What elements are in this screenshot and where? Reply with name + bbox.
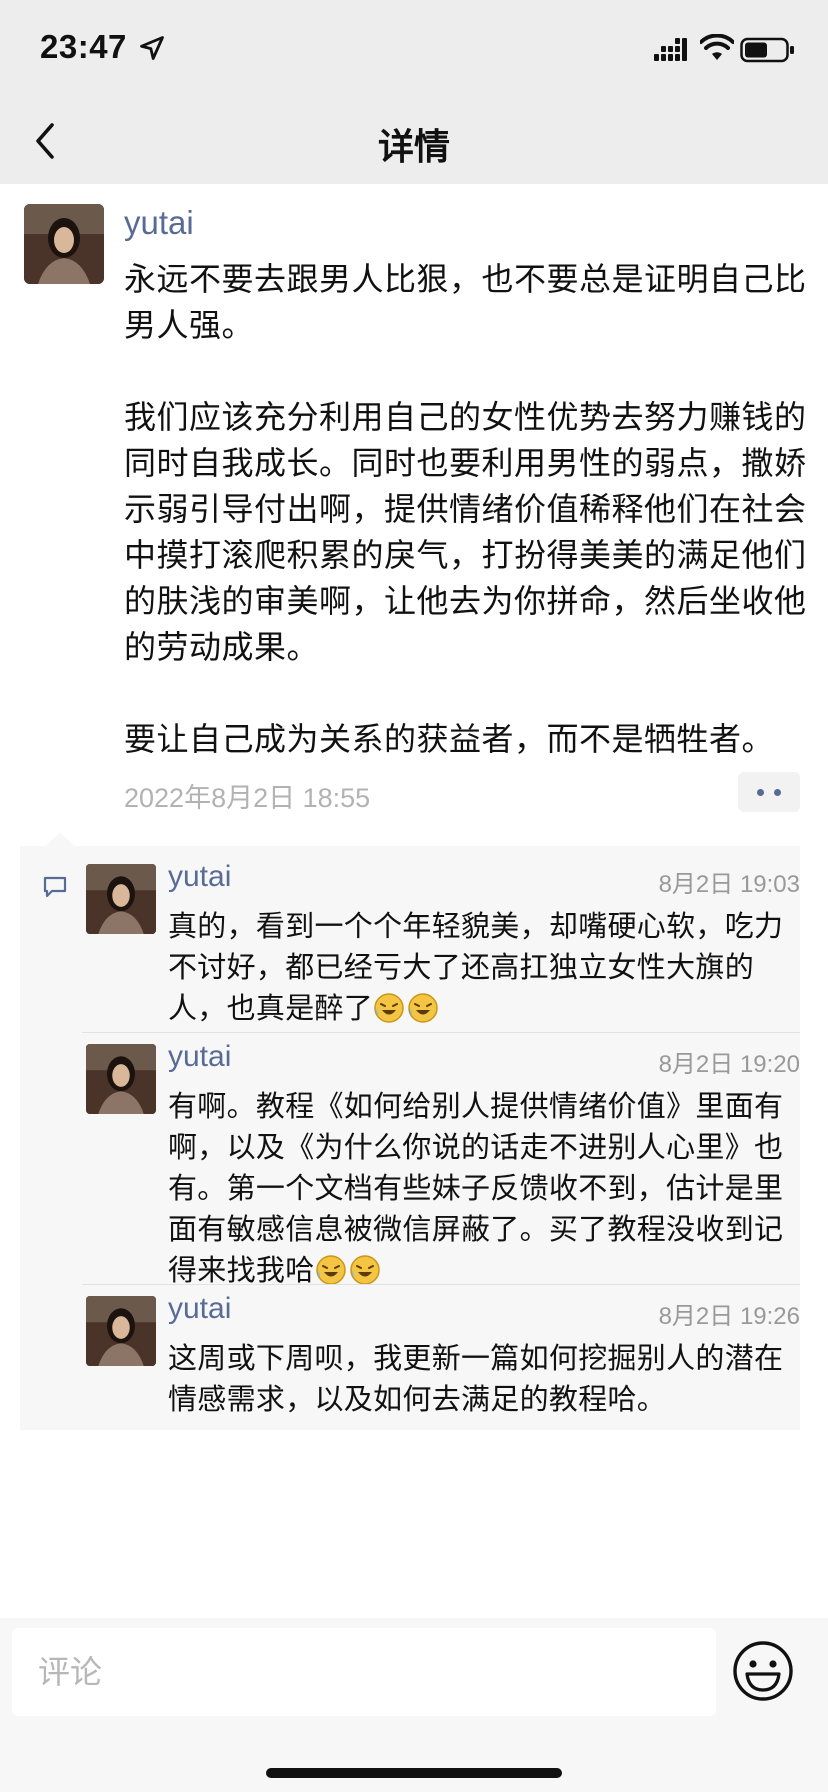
comment-text-content: 有啊。教程《如何给别人提供情绪价值》里面有啊，以及《为什么你说的话走不进别人心里… [168, 1089, 784, 1287]
comment-input[interactable] [12, 1628, 716, 1716]
commenter-name[interactable]: yutai [168, 1040, 231, 1074]
commenter-avatar[interactable] [86, 864, 156, 934]
laughing-tears-emoji-icon [315, 1255, 346, 1285]
comment-timestamp: 8月2日 19:26 [658, 1303, 800, 1330]
post-paragraph: 我们应该充分利用自己的女性优势去努力赚钱的同时自我成长。同时也要利用男性的弱点，… [124, 398, 807, 666]
dot-icon [774, 789, 781, 796]
comment-timestamp: 8月2日 19:03 [658, 871, 800, 898]
status-time: 23:47 [40, 28, 127, 65]
laughing-tears-emoji-icon [408, 993, 438, 1023]
comment-divider [82, 1032, 800, 1033]
cellular-signal-icon [654, 38, 687, 61]
comment-input-bar [0, 1618, 828, 1792]
post-author-name[interactable]: yutai [124, 204, 194, 242]
commenter-name[interactable]: yutai [168, 860, 231, 894]
dot-icon [757, 789, 764, 796]
location-arrow-icon [140, 36, 164, 60]
comment-item[interactable]: yutai 8月2日 19:26 这周或下周呗，我更新一篇如何挖掘别人的潜在情感… [20, 1292, 800, 1416]
avatar-photo [24, 204, 104, 284]
comment-section: yutai 8月2日 19:03 真的，看到一个个年轻貌美，却嘴硬心软，吃力不讨… [20, 832, 800, 1430]
commenter-avatar[interactable] [86, 1296, 156, 1366]
status-bar: 23:47 [0, 0, 828, 100]
top-bar: 23:47 详情 [0, 0, 828, 184]
home-indicator[interactable] [266, 1768, 562, 1778]
commenter-avatar[interactable] [86, 1044, 156, 1114]
avatar-photo [86, 864, 156, 934]
wifi-icon [700, 34, 734, 60]
emoji-picker-icon[interactable] [730, 1638, 796, 1704]
post-content: 永远不要去跟男人比狠，也不要总是证明自己比男人强。 我们应该充分利用自己的女性优… [124, 256, 814, 762]
comment-timestamp: 8月2日 19:20 [658, 1051, 800, 1078]
laughing-tears-emoji-icon [374, 993, 404, 1023]
battery-icon [740, 37, 794, 63]
post-paragraph: 要让自己成为关系的获益者，而不是牺牲者。 [124, 720, 775, 758]
avatar-photo [86, 1296, 156, 1366]
comment-text: 这周或下周呗，我更新一篇如何挖掘别人的潜在情感需求，以及如何去满足的教程哈。 [168, 1341, 784, 1416]
comment-divider [82, 1284, 800, 1285]
comment-item[interactable]: yutai 8月2日 19:20 有啊。教程《如何给别人提供情绪价值》里面有啊，… [20, 1040, 800, 1287]
avatar-photo [86, 1044, 156, 1114]
author-avatar[interactable] [24, 204, 104, 284]
more-options-button[interactable] [738, 772, 800, 812]
laughing-tears-emoji-icon [349, 1255, 380, 1285]
post-timestamp: 2022年8月2日 18:55 [124, 783, 371, 813]
comment-item[interactable]: yutai 8月2日 19:03 真的，看到一个个年轻貌美，却嘴硬心软，吃力不讨… [20, 860, 800, 1025]
commenter-name[interactable]: yutai [168, 1292, 231, 1326]
comment-text: 有啊。教程《如何给别人提供情绪价值》里面有啊，以及《为什么你说的话走不进别人心里… [168, 1086, 798, 1291]
comment-text: 真的，看到一个个年轻貌美，却嘴硬心软，吃力不讨好，都已经亏大了还高扛独立女性大旗… [168, 906, 798, 1029]
page-title: 详情 [377, 127, 450, 168]
post-paragraph: 永远不要去跟男人比狠，也不要总是证明自己比男人强。 [124, 260, 807, 344]
comment-text-content: 真的，看到一个个年轻貌美，却嘴硬心软，吃力不讨好，都已经亏大了还高扛独立女性大旗… [168, 909, 784, 1025]
